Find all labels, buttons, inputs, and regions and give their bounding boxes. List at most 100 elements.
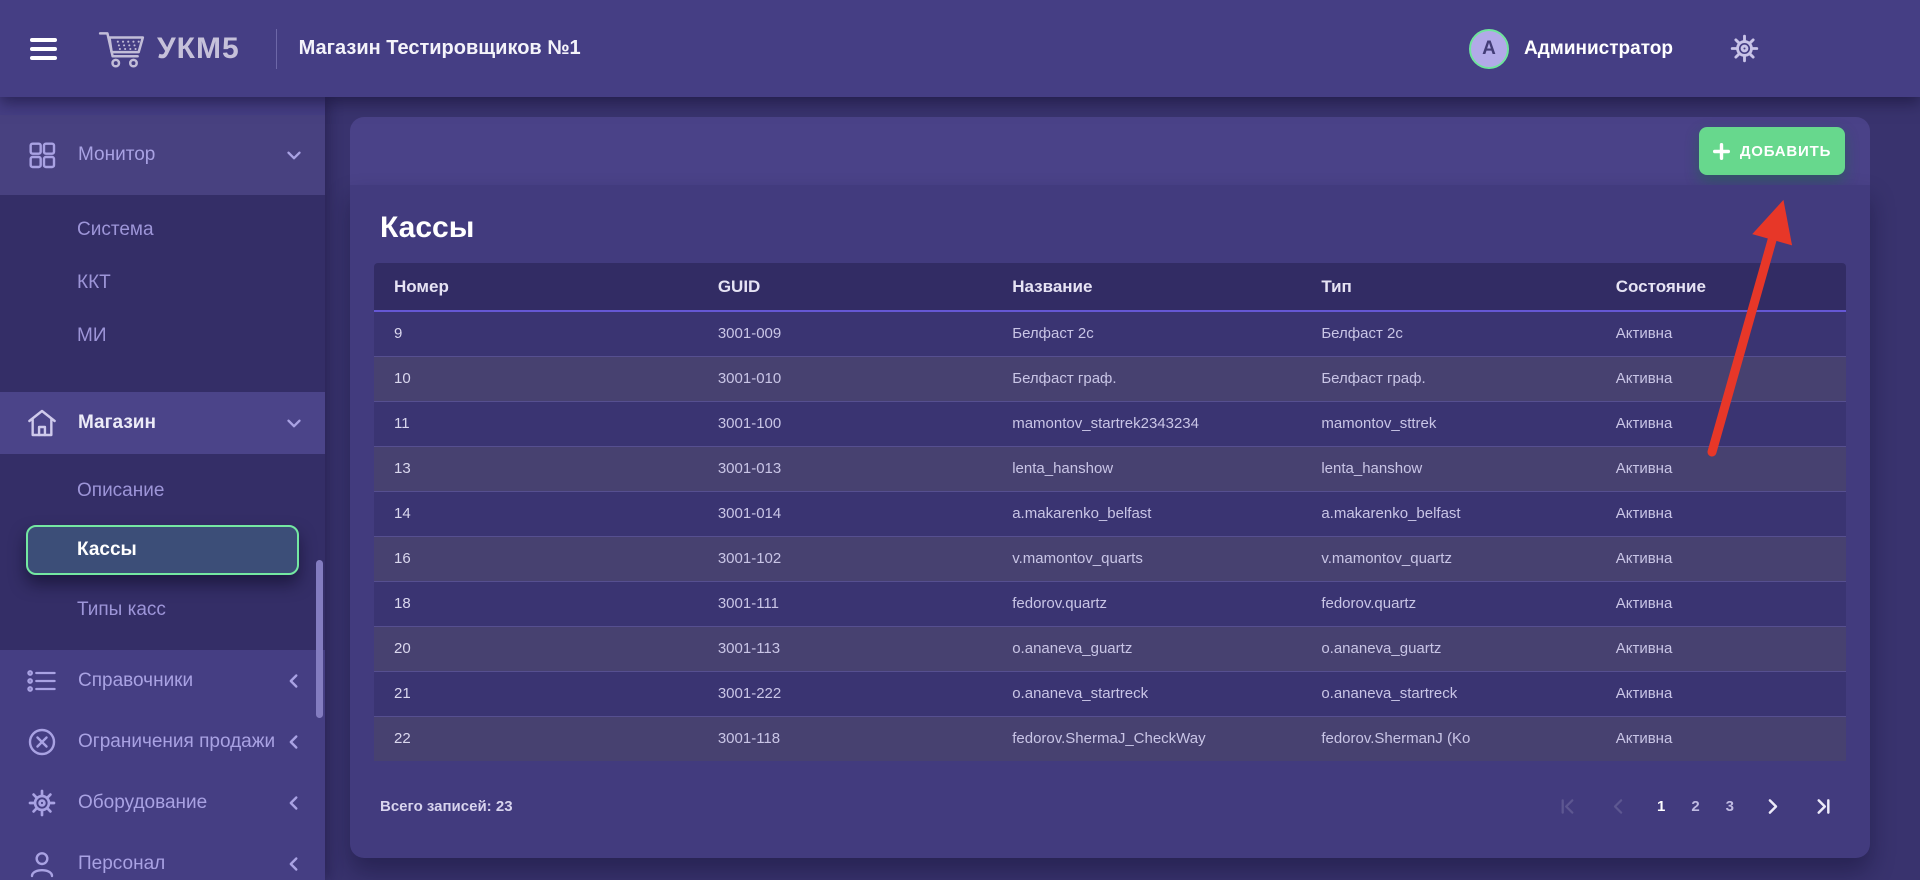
table-cell-nomer: 9 (374, 311, 698, 356)
sidebar-section-monitor[interactable]: Монитор (0, 115, 325, 195)
table-cell-sostoyanie: Активна (1596, 356, 1846, 401)
person-icon (26, 848, 60, 880)
table-row[interactable]: 10 3001-010 Белфаст граф. Белфаст граф. … (374, 356, 1846, 401)
table-cell-guid: 3001-102 (698, 536, 992, 581)
table-cell-nazvanie: o.ananeva_guartz (992, 626, 1301, 671)
table-cell-sostoyanie: Активна (1596, 671, 1846, 716)
table-cell-nazvanie: fedorov.ShermaJ_CheckWay (992, 716, 1301, 761)
table-cell-nomer: 13 (374, 446, 698, 491)
table-cell-tip: lenta_hanshow (1301, 446, 1595, 491)
sidebar-section-label: Магазин (78, 412, 283, 434)
circle-x-icon (26, 726, 60, 758)
table-cell-guid: 3001-014 (698, 491, 992, 536)
pagination-prev-button[interactable] (1606, 794, 1631, 819)
table-cell-guid: 3001-100 (698, 401, 992, 446)
page-title: Кассы (380, 211, 1846, 245)
column-header-guid: GUID (698, 263, 992, 311)
table-row[interactable]: 11 3001-100 mamontov_startrek2343234 mam… (374, 401, 1846, 446)
table-row[interactable]: 16 3001-102 v.mamontov_quarts v.mamontov… (374, 536, 1846, 581)
add-button[interactable]: ДОБАВИТЬ (1699, 127, 1845, 175)
gear-icon[interactable] (1729, 33, 1760, 64)
sidebar-submenu-monitor: Система ККТ МИ (0, 195, 325, 392)
gear-icon (26, 787, 60, 819)
table-row[interactable]: 14 3001-014 a.makarenko_belfast a.makare… (374, 491, 1846, 536)
sidebar-section-label: Оборудование (78, 792, 283, 814)
sidebar-section-personal[interactable]: Персонал (0, 833, 325, 880)
table-cell-tip: fedorov.ShermanJ (Ko (1301, 716, 1595, 761)
pagination-first-button[interactable] (1555, 794, 1580, 819)
table-cell-nazvanie: a.makarenko_belfast (992, 491, 1301, 536)
table-cell-guid: 3001-009 (698, 311, 992, 356)
table-cell-tip: o.ananeva_guartz (1301, 626, 1595, 671)
table-cell-nomer: 22 (374, 716, 698, 761)
pagination-page-3[interactable]: 3 (1726, 798, 1734, 815)
sidebar-item-kkt[interactable]: ККТ (0, 256, 325, 309)
table-row[interactable]: 20 3001-113 o.ananeva_guartz o.ananeva_g… (374, 626, 1846, 671)
toolbar: ДОБАВИТЬ (350, 117, 1870, 185)
table-cell-nomer: 14 (374, 491, 698, 536)
column-header-nomer: Номер (374, 263, 698, 311)
cart-icon (97, 28, 147, 70)
sidebar-section-label: Ограничения продажи (78, 731, 283, 753)
sidebar-section-spravochniki[interactable]: Справочники (0, 650, 325, 711)
table-row[interactable]: 21 3001-222 o.ananeva_startreck o.ananev… (374, 671, 1846, 716)
user-name[interactable]: Администратор (1524, 38, 1673, 60)
sidebar-section-label: Персонал (78, 853, 283, 875)
sidebar-item-mi[interactable]: МИ (0, 309, 325, 362)
chevron-down-icon (283, 412, 305, 434)
table-cell-sostoyanie: Активна (1596, 536, 1846, 581)
table-cell-sostoyanie: Активна (1596, 626, 1846, 671)
sidebar-section-oborudovanie[interactable]: Оборудование (0, 772, 325, 833)
kassy-table: Номер GUID Название Тип Состояние 9 3001… (374, 263, 1846, 761)
table-cell-nazvanie: fedorov.quartz (992, 581, 1301, 626)
grid-icon (26, 139, 60, 171)
sidebar-item-opisanie[interactable]: Описание (0, 464, 325, 517)
pagination-last-button[interactable] (1811, 794, 1836, 819)
total-records-label: Всего записей: 23 (380, 798, 513, 815)
app-logo: УКМ5 (97, 28, 240, 70)
table-row[interactable]: 9 3001-009 Белфаст 2с Белфаст 2с Активна (374, 311, 1846, 356)
column-header-nazvanie: Название (992, 263, 1301, 311)
kassy-card: Кассы Номер GUID Название Тип Состояние … (350, 185, 1870, 858)
sidebar-item-tipy-kass[interactable]: Типы касс (0, 583, 325, 636)
sidebar-scrollbar[interactable] (316, 560, 323, 718)
main-content: ДОБАВИТЬ Кассы Номер GUID Название Тип С… (325, 97, 1920, 880)
table-cell-guid: 3001-222 (698, 671, 992, 716)
table-cell-tip: Белфаст 2с (1301, 311, 1595, 356)
table-cell-sostoyanie: Активна (1596, 401, 1846, 446)
chevron-left-icon (283, 670, 305, 692)
table-cell-nazvanie: lenta_hanshow (992, 446, 1301, 491)
list-icon (26, 665, 60, 697)
table-footer: Всего записей: 23 1 2 3 (374, 761, 1846, 851)
avatar[interactable]: А (1469, 29, 1509, 69)
pagination-page-1[interactable]: 1 (1657, 798, 1665, 815)
plus-icon (1713, 143, 1730, 160)
table-cell-sostoyanie: Активна (1596, 716, 1846, 761)
table-row[interactable]: 18 3001-111 fedorov.quartz fedorov.quart… (374, 581, 1846, 626)
column-header-tip: Тип (1301, 263, 1595, 311)
table-cell-nazvanie: mamontov_startrek2343234 (992, 401, 1301, 446)
table-cell-guid: 3001-013 (698, 446, 992, 491)
table-cell-guid: 3001-010 (698, 356, 992, 401)
pagination: 1 2 3 (1555, 794, 1836, 819)
table-cell-tip: o.ananeva_startreck (1301, 671, 1595, 716)
table-cell-sostoyanie: Активна (1596, 581, 1846, 626)
chevron-left-icon (283, 731, 305, 753)
sidebar-item-kassy-selected[interactable]: Кассы (26, 525, 299, 575)
avatar-initial: А (1482, 38, 1496, 60)
table-cell-sostoyanie: Активна (1596, 311, 1846, 356)
hamburger-menu-icon[interactable] (30, 33, 57, 65)
table-row[interactable]: 22 3001-118 fedorov.ShermaJ_CheckWay fed… (374, 716, 1846, 761)
sidebar-section-ogranicheniya[interactable]: Ограничения продажи (0, 711, 325, 772)
logo-text: УКМ5 (157, 32, 240, 66)
pagination-page-2[interactable]: 2 (1691, 798, 1699, 815)
table-row[interactable]: 13 3001-013 lenta_hanshow lenta_hanshow … (374, 446, 1846, 491)
table-body: 9 3001-009 Белфаст 2с Белфаст 2с Активна… (374, 311, 1846, 761)
table-cell-nazvanie: o.ananeva_startreck (992, 671, 1301, 716)
sidebar-section-label: Монитор (78, 144, 283, 166)
store-name: Магазин Тестировщиков №1 (299, 37, 581, 60)
sidebar-section-shop[interactable]: Магазин (0, 392, 325, 454)
pagination-next-button[interactable] (1760, 794, 1785, 819)
sidebar-item-sistema[interactable]: Система (0, 203, 325, 256)
table-cell-nomer: 18 (374, 581, 698, 626)
